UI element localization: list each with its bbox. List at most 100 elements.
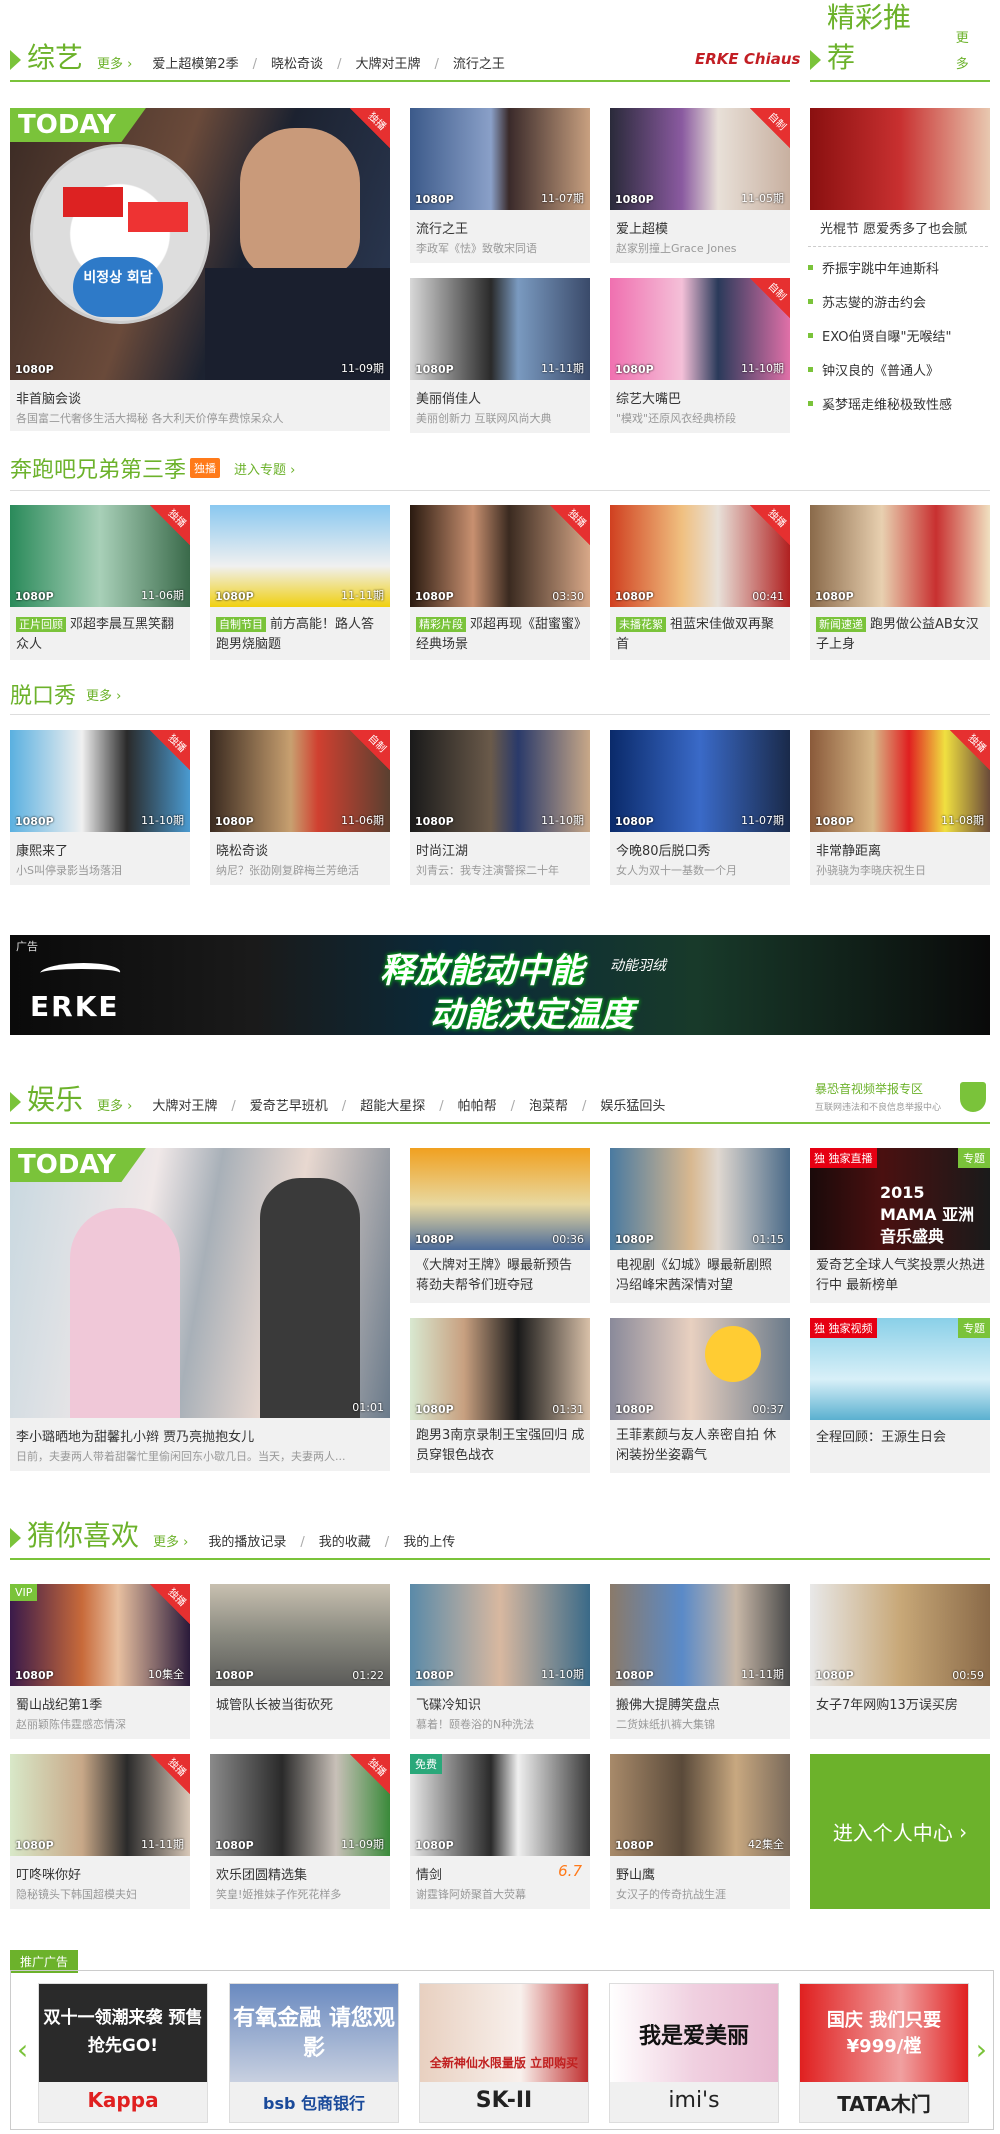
promo-item[interactable]: 有氧金融 请您观影 bsb 包商银行: [229, 1983, 399, 2123]
subnav-item[interactable]: 帕帕帮: [458, 1094, 497, 1120]
video-card[interactable]: 独播 1080P 03:30 精彩片段 邓超再现《甜蜜蜜》经典场景: [410, 505, 590, 660]
video-card[interactable]: 免费 1080P 情剑 6.7 谢霆锋阿娇聚首大荧幕: [410, 1754, 590, 1909]
card-title[interactable]: 爱上超模: [616, 218, 668, 237]
recommend-top-title[interactable]: 光棍节 愿爱秀多了也会腻: [820, 218, 967, 237]
video-card[interactable]: 1080P 00:59 女子7年网购13万误买房: [810, 1584, 990, 1739]
recommend-item[interactable]: EXO伯贤自曝"无喉结": [808, 326, 951, 345]
subnav-item[interactable]: 泡菜帮: [529, 1094, 568, 1120]
yule-feature-card[interactable]: TODAY 01:01 李小璐晒地为甜馨扎小辫 贾乃亮抛抱女儿 日前，夫妻两人带…: [10, 1148, 390, 1471]
card-title[interactable]: 时尚江湖: [416, 840, 468, 859]
video-card[interactable]: 独播 1080P 11-10期 康熙来了 小S叫停录影当场落泪: [10, 730, 190, 885]
card-title[interactable]: 李小璐晒地为甜馨扎小辫 贾乃亮抛抱女儿: [16, 1426, 254, 1445]
subnav-item[interactable]: 娱乐猛回头: [600, 1094, 665, 1120]
video-card[interactable]: 独播 1080P 00:41 未播花絮 祖蓝宋佳做双再聚首: [610, 505, 790, 660]
video-card[interactable]: 独播 1080P 11-11期 叮咚咪你好 隐秘镜头下韩国超模夫妇: [10, 1754, 190, 1909]
card-title[interactable]: 综艺大嘴巴: [616, 388, 681, 407]
recommend-more-link[interactable]: 更多: [956, 26, 980, 78]
guess-more-link[interactable]: 更多 ›: [153, 1530, 188, 1556]
next-arrow-icon[interactable]: ›: [976, 2033, 987, 2066]
video-card[interactable]: 1080P 01:15 电视剧《幻城》曝最新剧照 冯绍峰宋茜深情对望: [610, 1148, 790, 1303]
recommend-item[interactable]: 奚梦瑶走维秘极致性感: [808, 394, 952, 413]
subnav-item[interactable]: 流行之王: [453, 52, 505, 78]
video-card[interactable]: 自制 1080P 11-10期 综艺大嘴巴 "模戏"还原风衣经典桥段: [610, 278, 790, 433]
card-title[interactable]: 今晚80后脱口秀: [616, 840, 711, 859]
zongyi-title[interactable]: 综艺: [27, 38, 83, 78]
card-title[interactable]: 非常静距离: [816, 840, 881, 859]
video-card[interactable]: 1080P 新闻速递 跑男做公益AB女汉子上身: [810, 505, 990, 660]
video-card[interactable]: 独播 1080P 11-09期 欢乐团圆精选集 笑皇!姬推妹子作死花样多: [210, 1754, 390, 1909]
video-card[interactable]: 1080P 01:22 城管队长被当街砍死: [210, 1584, 390, 1739]
running-title[interactable]: 奔跑吧兄弟第三季: [10, 452, 186, 484]
card-title[interactable]: 未播花絮 祖蓝宋佳做双再聚首: [616, 615, 786, 655]
video-card[interactable]: 1080P 00:36 《大牌对王牌》曝最新预告 蒋劲夫帮爷们班夺冠: [410, 1148, 590, 1303]
video-card[interactable]: 自制 1080P 11-05期 爱上超模 赵家别撞上Grace Jones: [610, 108, 790, 263]
card-title[interactable]: 美丽俏佳人: [416, 388, 481, 407]
card-title[interactable]: 《大牌对王牌》曝最新预告 蒋劲夫帮爷们班夺冠: [416, 1256, 586, 1296]
recommend-thumbnail[interactable]: [810, 108, 990, 210]
yule-more-link[interactable]: 更多 ›: [97, 1094, 132, 1120]
talkshow-more-link[interactable]: 更多 ›: [86, 685, 121, 704]
subnav-item[interactable]: 我的播放记录: [208, 1530, 286, 1556]
card-title[interactable]: 爱奇艺全球人气奖投票火热进行中 最新榜单: [816, 1256, 986, 1296]
video-card[interactable]: 1080P 42集全 野山鹰 女汉子的传奇抗战生涯: [610, 1754, 790, 1909]
yule-title[interactable]: 娱乐: [27, 1080, 83, 1120]
video-card[interactable]: 1080P 11-11期 搬佛大提膊笑盘点 二货妹纸扒裤大集锦: [610, 1584, 790, 1739]
card-title[interactable]: 城管队长被当街砍死: [216, 1694, 333, 1713]
promo-item[interactable]: 全新神仙水限量版 立即购买 SK-II: [419, 1983, 589, 2123]
card-title[interactable]: 全程回顾：王源生日会: [816, 1426, 946, 1445]
video-card[interactable]: 独播 1080P 11-08期 非常静距离 孙骁骁为李晓庆祝生日: [810, 730, 990, 885]
card-title[interactable]: 晓松奇谈: [216, 840, 268, 859]
subnav-item[interactable]: 我的上传: [403, 1530, 455, 1556]
card-title[interactable]: 新闻速递 跑男做公益AB女汉子上身: [816, 615, 986, 655]
card-title[interactable]: 野山鹰: [616, 1864, 655, 1883]
card-title[interactable]: 欢乐团圆精选集: [216, 1864, 307, 1883]
special-card[interactable]: 独 独家视频 专题 全程回顾：王源生日会: [810, 1318, 990, 1473]
running-more-link[interactable]: 进入专题 ›: [234, 459, 295, 478]
video-card[interactable]: 1080P 11-10期 时尚江湖 刘青云：我专注演警探二十年: [410, 730, 590, 885]
video-card[interactable]: 1080P 11-10期 飞碟冷知识 慕着！颐卷浴的N种洗法: [410, 1584, 590, 1739]
video-card[interactable]: 1080P 11-07期 流行之王 李政军《怯》致敬宋同语: [410, 108, 590, 263]
video-card[interactable]: 1080P 01:31 跑男3南京录制王宝强回归 成员穿银色战衣: [410, 1318, 590, 1473]
card-title[interactable]: 精彩片段 邓超再现《甜蜜蜜》经典场景: [416, 615, 586, 655]
subnav-item[interactable]: 我的收藏: [319, 1530, 371, 1556]
card-title[interactable]: 跑男3南京录制王宝强回归 成员穿银色战衣: [416, 1426, 586, 1466]
report-zone[interactable]: 暴恐音视频举报专区 互联网违法和不良信息举报中心: [815, 1080, 990, 1118]
subnav-item[interactable]: 大牌对王牌: [355, 52, 420, 78]
video-card[interactable]: 1080P 00:37 王菲素颜与友人亲密自拍 休闲装扮坐姿霸气: [610, 1318, 790, 1473]
promo-item[interactable]: 国庆 我们只要 ¥999/樘 TATA木门: [799, 1983, 969, 2123]
zongyi-feature-card[interactable]: 비정상 회담 TODAY 独播 1080P 11-09期 非首脑会谈 各国富二代…: [10, 108, 390, 431]
card-title[interactable]: 飞碟冷知识: [416, 1694, 481, 1713]
personal-center-button[interactable]: 进入个人中心 ›: [810, 1754, 990, 1909]
subnav-item[interactable]: 爱奇艺早班机: [250, 1094, 328, 1120]
subnav-item[interactable]: 晓松奇谈: [271, 52, 323, 78]
prev-arrow-icon[interactable]: ‹: [17, 2033, 28, 2066]
card-title[interactable]: 王菲素颜与友人亲密自拍 休闲装扮坐姿霸气: [616, 1426, 786, 1466]
recommend-item[interactable]: 苏志燮的游击约会: [808, 292, 926, 311]
card-title[interactable]: 非首脑会谈: [16, 388, 81, 407]
card-title[interactable]: 情剑: [416, 1864, 442, 1883]
subnav-item[interactable]: 大牌对王牌: [152, 1094, 217, 1120]
card-title[interactable]: 电视剧《幻城》曝最新剧照 冯绍峰宋茜深情对望: [616, 1256, 786, 1296]
card-title[interactable]: 叮咚咪你好: [16, 1864, 81, 1883]
recommend-item[interactable]: 钟汉良的《普通人》: [808, 360, 939, 379]
video-card[interactable]: 自制 1080P 11-06期 晓松奇谈 纳尼？张劭刚复辟梅兰芳绝活: [210, 730, 390, 885]
video-card[interactable]: 独播 1080P 11-06期 正片回顾 邓超李晨互黑笑翻众人: [10, 505, 190, 660]
video-card[interactable]: VIP 独播 1080P 10集全 蜀山战纪第1季 赵丽颖陈伟霆感恋情深: [10, 1584, 190, 1739]
video-card[interactable]: 1080P 11-11期 自制节目 前方高能！路人答跑男烧脑题: [210, 505, 390, 660]
banner-ad[interactable]: 广告 ERKE 释放能动中能 动能羽绒 动能决定温度: [10, 935, 990, 1035]
talkshow-title[interactable]: 脱口秀: [10, 678, 76, 710]
card-title[interactable]: 流行之王: [416, 218, 468, 237]
card-title[interactable]: 康熙来了: [16, 840, 68, 859]
video-card[interactable]: 1080P 11-11期 美丽俏佳人 美丽创新力 互联网风尚大典: [410, 278, 590, 433]
card-title[interactable]: 自制节目 前方高能！路人答跑男烧脑题: [216, 615, 386, 655]
promo-item[interactable]: 双十一领潮来袭 预售抢先GO! Kappa: [38, 1983, 208, 2123]
subnav-item[interactable]: 爱上超模第2季: [152, 52, 238, 78]
card-title[interactable]: 搬佛大提膊笑盘点: [616, 1694, 720, 1713]
card-title[interactable]: 正片回顾 邓超李晨互黑笑翻众人: [16, 615, 186, 655]
zongyi-more-link[interactable]: 更多 ›: [97, 52, 132, 78]
video-card[interactable]: 1080P 11-07期 今晚80后脱口秀 女人为双十一基数一个月: [610, 730, 790, 885]
special-card[interactable]: 独 独家直播 专题 2015 MAMA 亚洲音乐盛典 爱奇艺全球人气奖投票火热进…: [810, 1148, 990, 1303]
promo-item[interactable]: 我是爱美丽 imi's: [609, 1983, 779, 2123]
subnav-item[interactable]: 超能大星探: [360, 1094, 425, 1120]
card-title[interactable]: 女子7年网购13万误买房: [816, 1694, 958, 1713]
